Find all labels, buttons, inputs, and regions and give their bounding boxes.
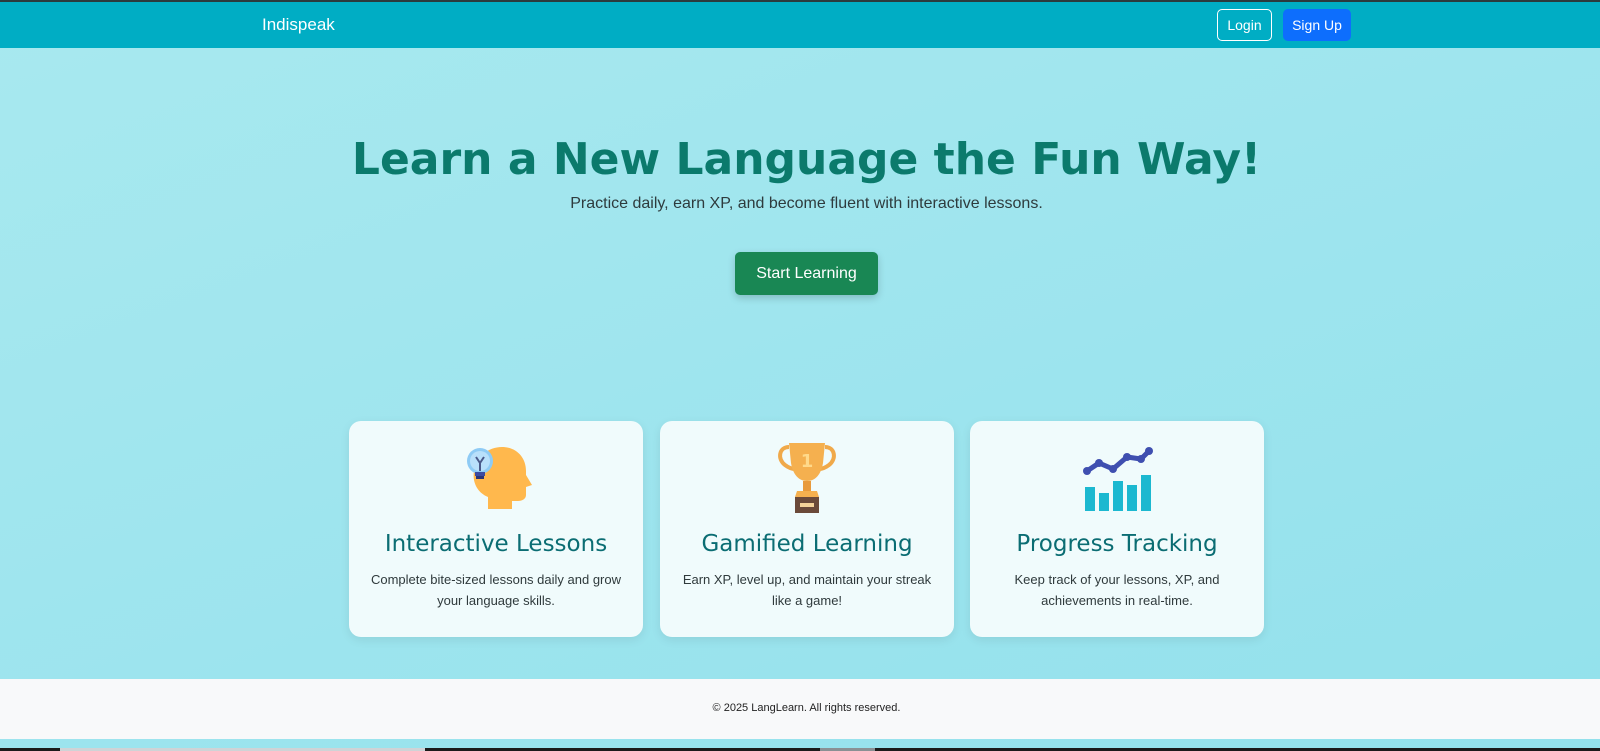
feature-title: Gamified Learning: [701, 531, 913, 557]
footer: © 2025 LangLearn. All rights reserved.: [0, 679, 1600, 739]
feature-card-interactive-lessons: Interactive Lessons Complete bite-sized …: [349, 421, 643, 637]
feature-title: Interactive Lessons: [384, 531, 608, 557]
svg-text:1: 1: [801, 451, 814, 472]
footer-copyright: © 2025 LangLearn. All rights reserved.: [712, 702, 901, 714]
signup-button[interactable]: Sign Up: [1283, 9, 1351, 41]
bar-chart-icon: [970, 439, 1264, 515]
hero-title: Learn a New Language the Fun Way!: [351, 134, 1262, 185]
navbar: Indispeak Login Sign Up: [0, 2, 1600, 48]
feature-description: Earn XP, level up, and maintain your str…: [682, 572, 932, 608]
head-lightbulb-icon: [349, 439, 643, 515]
feature-card-progress-tracking: Progress Tracking Keep track of your les…: [970, 421, 1264, 637]
landing-page: Indispeak Login Sign Up Learn a New Lang…: [0, 0, 1600, 751]
feature-title: Progress Tracking: [1016, 531, 1218, 557]
login-button[interactable]: Login: [1217, 9, 1272, 41]
feature-card-gamified-learning: 1 Gamified Learning Earn XP, level up, a…: [660, 421, 954, 637]
brand-logo-link[interactable]: Indispeak: [262, 15, 335, 35]
feature-description: Keep track of your lessons, XP, and achi…: [1014, 572, 1220, 608]
hero-subtitle: Practice daily, earn XP, and become flue…: [570, 195, 1043, 212]
feature-description: Complete bite-sized lessons daily and gr…: [370, 572, 621, 608]
start-learning-button[interactable]: Start Learning: [735, 252, 878, 295]
trophy-icon: 1: [660, 439, 954, 515]
